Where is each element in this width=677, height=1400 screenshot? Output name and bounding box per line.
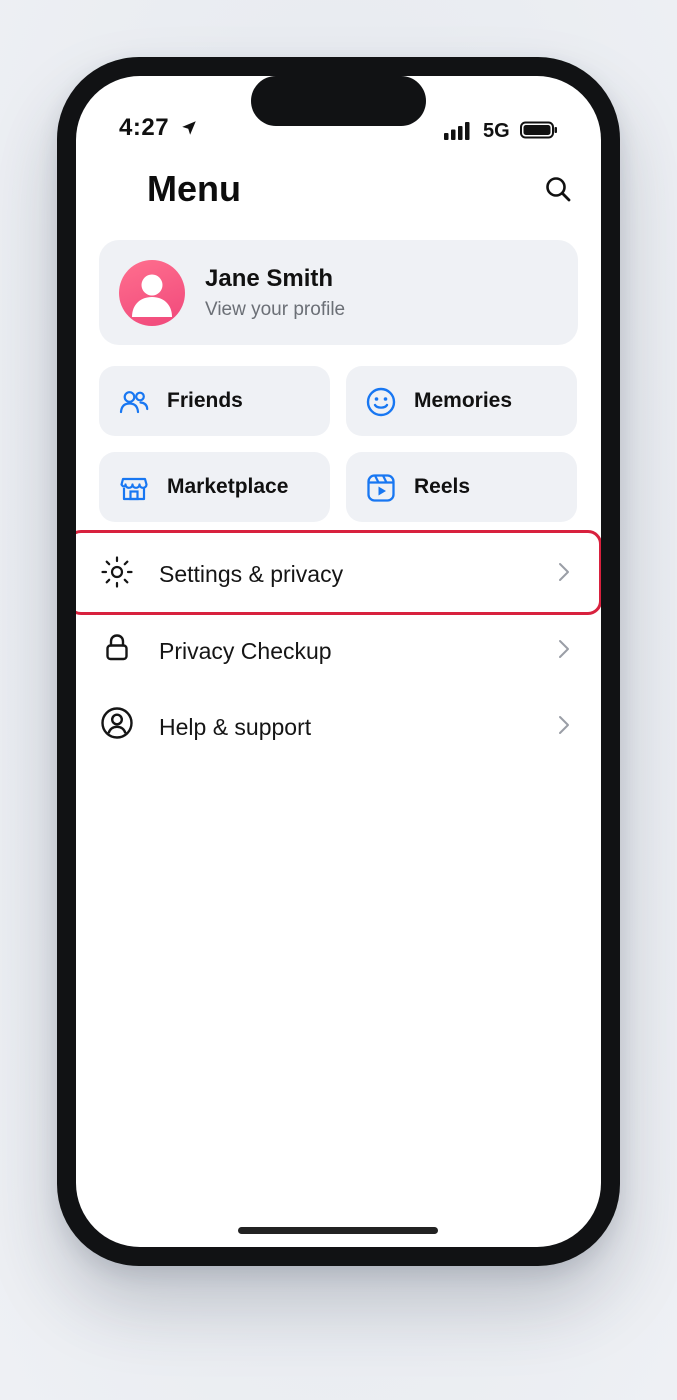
shortcut-marketplace[interactable]: Marketplace [99, 452, 330, 522]
shortcut-memories[interactable]: Memories [346, 366, 577, 436]
battery-icon [520, 121, 557, 139]
cellular-signal-icon [444, 122, 470, 140]
menu-item-label: Privacy Checkup [159, 638, 332, 664]
avatar [119, 260, 185, 326]
memories-icon [366, 387, 396, 417]
chevron-right-icon [559, 716, 569, 734]
menu-item-label: Help & support [159, 714, 312, 740]
shortcut-label: Friends [167, 389, 243, 412]
network-type: 5G [483, 120, 510, 142]
shortcut-reels[interactable]: Reels [346, 452, 577, 522]
menu-item-label: Settings & privacy [159, 561, 344, 587]
menu-item-settings-privacy[interactable]: Settings & privacy [76, 536, 601, 612]
location-arrow-icon [182, 121, 196, 135]
search-icon [546, 177, 571, 202]
lock-icon [106, 634, 128, 661]
page-title: Menu [147, 168, 241, 209]
shortcut-label: Reels [414, 475, 471, 498]
profile-subtitle: View your profile [205, 299, 346, 320]
chevron-right-icon [559, 563, 569, 581]
reels-icon [367, 474, 395, 502]
phone-frame: 4:27 5G Menu Jane Smith View your profil… [57, 57, 620, 1266]
home-indicator[interactable] [238, 1227, 438, 1234]
page-background: 4:27 5G Menu Jane Smith View your profil… [0, 0, 677, 1400]
phone-screen: 4:27 5G Menu Jane Smith View your profil… [76, 76, 601, 1247]
menu-item-privacy-checkup[interactable]: Privacy Checkup [76, 612, 601, 688]
profile-name: Jane Smith [205, 265, 334, 292]
menu-item-help-support[interactable]: Help & support [76, 688, 601, 764]
search-button[interactable] [541, 172, 575, 206]
shortcut-friends[interactable]: Friends [99, 366, 330, 436]
marketplace-icon [120, 477, 148, 501]
friends-icon [119, 391, 149, 414]
user-silhouette-icon [132, 274, 172, 317]
help-user-icon [101, 707, 133, 739]
shortcut-label: Memories [414, 389, 513, 412]
status-time: 4:27 [119, 114, 170, 141]
gear-icon [101, 556, 133, 588]
shortcut-label: Marketplace [167, 475, 289, 498]
chevron-right-icon [559, 640, 569, 658]
profile-card[interactable]: Jane Smith View your profile [99, 240, 578, 345]
dynamic-island [251, 76, 426, 126]
